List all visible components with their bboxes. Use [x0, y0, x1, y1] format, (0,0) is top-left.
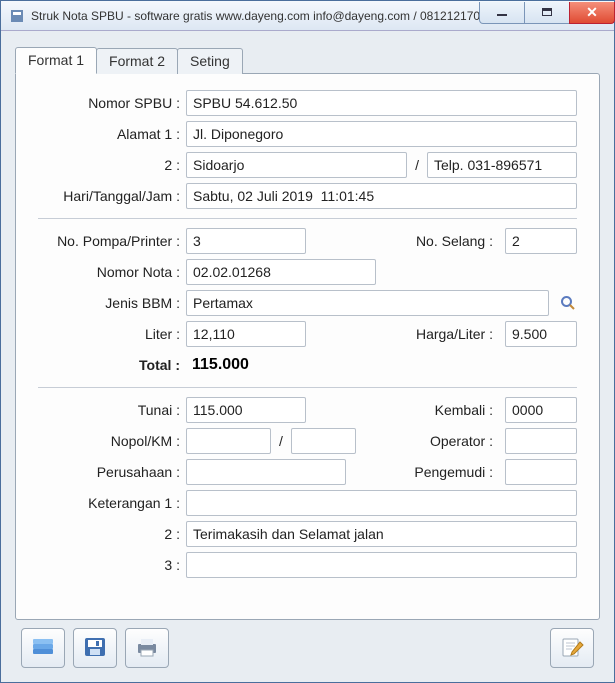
- label-pengemudi: Pengemudi :: [399, 464, 499, 480]
- bbm-input[interactable]: [186, 290, 549, 316]
- edit-icon: [560, 636, 584, 661]
- edit-button[interactable]: [550, 628, 594, 668]
- alamat2b-input[interactable]: [427, 152, 577, 178]
- label-operator: Operator :: [399, 433, 499, 449]
- label-hari: Hari/Tanggal/Jam :: [38, 188, 186, 204]
- magnifier-icon[interactable]: [559, 294, 577, 312]
- tab-seting[interactable]: Seting: [177, 48, 243, 74]
- nota-input[interactable]: [186, 259, 376, 285]
- titlebar[interactable]: Struk Nota SPBU - software gratis www.da…: [1, 1, 614, 31]
- tab-format2[interactable]: Format 2: [96, 48, 178, 74]
- operator-input[interactable]: [505, 428, 577, 454]
- save-icon: [83, 636, 107, 661]
- app-window: Struk Nota SPBU - software gratis www.da…: [0, 0, 615, 683]
- maximize-button[interactable]: [524, 2, 570, 24]
- keterangan3-input[interactable]: [186, 552, 577, 578]
- close-button[interactable]: ✕: [569, 2, 615, 24]
- km-input[interactable]: [291, 428, 356, 454]
- window-title: Struk Nota SPBU - software gratis www.da…: [31, 9, 480, 23]
- print-button[interactable]: [125, 628, 169, 668]
- client-area: Format 1 Format 2 Seting Nomor SPBU : Al…: [1, 31, 614, 682]
- app-icon: [9, 8, 25, 24]
- pengemudi-input[interactable]: [505, 459, 577, 485]
- tab-format1[interactable]: Format 1: [15, 47, 97, 74]
- label-perusahaan: Perusahaan :: [38, 464, 186, 480]
- slash-separator: /: [413, 157, 421, 173]
- label-pompa: No. Pompa/Printer :: [38, 233, 186, 249]
- label-alamat1: Alamat 1 :: [38, 126, 186, 142]
- liter-input[interactable]: [186, 321, 306, 347]
- bottom-toolbar: [15, 620, 600, 672]
- label-liter: Liter :: [38, 326, 186, 342]
- window-controls: ✕: [480, 2, 615, 24]
- label-nomor-spbu: Nomor SPBU :: [38, 95, 186, 111]
- tunai-input[interactable]: [186, 397, 306, 423]
- nomor-spbu-input[interactable]: [186, 90, 577, 116]
- save-button[interactable]: [73, 628, 117, 668]
- label-total: Total :: [38, 357, 186, 373]
- divider-1: [38, 218, 577, 219]
- tabstrip: Format 1 Format 2 Seting: [15, 45, 600, 73]
- pompa-input[interactable]: [186, 228, 306, 254]
- keterangan1-input[interactable]: [186, 490, 577, 516]
- label-nota: Nomor Nota :: [38, 264, 186, 280]
- alamat2a-input[interactable]: [186, 152, 407, 178]
- label-ket2: 2 :: [38, 526, 186, 542]
- label-kembali: Kembali :: [399, 402, 499, 418]
- label-ket3: 3 :: [38, 557, 186, 573]
- label-selang: No. Selang :: [411, 233, 499, 249]
- label-tunai: Tunai :: [38, 402, 186, 418]
- alamat1-input[interactable]: [186, 121, 577, 147]
- slash-separator-2: /: [277, 433, 285, 449]
- label-alamat2: 2 :: [38, 157, 186, 173]
- minimize-button[interactable]: [479, 2, 525, 24]
- print-icon: [135, 636, 159, 661]
- kembali-input[interactable]: [505, 397, 577, 423]
- hari-tanggal-jam-input[interactable]: [186, 183, 577, 209]
- label-nopol: Nopol/KM :: [38, 433, 186, 449]
- nopol-input[interactable]: [186, 428, 271, 454]
- label-harga: Harga/Liter :: [403, 326, 499, 342]
- selang-input[interactable]: [505, 228, 577, 254]
- stack-button[interactable]: [21, 628, 65, 668]
- total-value: 115.000: [186, 356, 249, 374]
- label-bbm: Jenis BBM :: [38, 295, 186, 311]
- divider-2: [38, 387, 577, 388]
- harga-input[interactable]: [505, 321, 577, 347]
- stack-icon: [31, 636, 55, 661]
- keterangan2-input[interactable]: [186, 521, 577, 547]
- perusahaan-input[interactable]: [186, 459, 346, 485]
- label-ket1: Keterangan 1 :: [38, 495, 186, 511]
- tab-panel-format1: Nomor SPBU : Alamat 1 : 2 : / Hari/Tangg…: [15, 73, 600, 620]
